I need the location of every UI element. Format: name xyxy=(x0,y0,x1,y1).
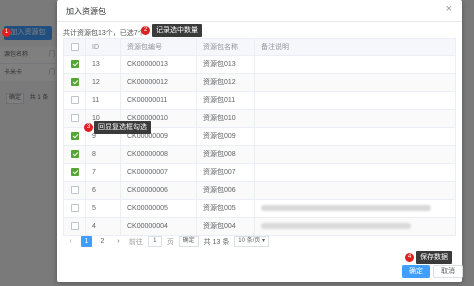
chevron-right-icon[interactable]: › xyxy=(113,236,124,247)
redacted-description xyxy=(261,205,431,211)
row-code: CK00000006 xyxy=(121,182,197,199)
row-id: 7 xyxy=(86,164,121,181)
row-id: 5 xyxy=(86,200,121,217)
row-checkbox[interactable] xyxy=(71,222,79,230)
page-button-1[interactable]: 1 xyxy=(80,236,92,247)
annotation-marker-2: 2 xyxy=(141,26,150,35)
row-name: 资源包010 xyxy=(197,110,255,127)
annotation-tag-3: 回显复选框勾选 xyxy=(94,121,151,134)
row-description xyxy=(255,56,457,73)
row-description xyxy=(255,110,457,127)
dialog-title: 加入资源包 xyxy=(66,7,106,16)
row-code: CK00000012 xyxy=(121,74,197,91)
pagination: ‹ 1 2 › 前往 1 页 确定 共 13 条 10 条/页 ▾ xyxy=(65,236,272,248)
row-description xyxy=(255,146,457,163)
row-select-cell[interactable] xyxy=(64,182,86,199)
row-name: 资源包013 xyxy=(197,56,255,73)
page-button-2[interactable]: 2 xyxy=(97,236,108,247)
row-select-cell[interactable] xyxy=(64,56,86,73)
row-description xyxy=(255,92,457,109)
table-row[interactable]: 8 CK00000008 资源包008 xyxy=(64,146,455,164)
row-select-cell[interactable] xyxy=(64,164,86,181)
row-id: 13 xyxy=(86,56,121,73)
row-checkbox[interactable] xyxy=(71,168,79,176)
page-unit: 页 xyxy=(166,238,174,246)
row-checkbox[interactable] xyxy=(71,114,79,122)
redacted-description xyxy=(261,223,411,229)
annotation-marker-3: 3 xyxy=(84,123,93,132)
annotation-tag-2: 记录选中数量 xyxy=(152,24,202,37)
row-name: 资源包006 xyxy=(197,182,255,199)
add-resource-dialog: 加入资源包 × 共计资源包13个，已选7个 ID 资源包编号 资源包名称 备注说… xyxy=(57,0,463,282)
row-select-cell[interactable] xyxy=(64,200,86,217)
row-name: 资源包008 xyxy=(197,146,255,163)
row-checkbox[interactable] xyxy=(71,186,79,194)
row-select-cell[interactable] xyxy=(64,128,86,145)
table-row[interactable]: 4 CK00000004 资源包004 xyxy=(64,218,455,236)
annotation-marker-1: 1 xyxy=(2,28,11,37)
row-code: CK00000007 xyxy=(121,164,197,181)
annotation-tag-4: 保存数据 xyxy=(416,251,452,264)
table-row[interactable]: 13 CK00000013 资源包013 xyxy=(64,56,455,74)
row-id: 4 xyxy=(86,218,121,235)
row-description xyxy=(255,128,457,145)
goto-page-input[interactable]: 1 xyxy=(147,236,162,247)
row-select-cell[interactable] xyxy=(64,110,86,127)
row-description xyxy=(255,200,457,217)
column-header-name: 资源包名称 xyxy=(197,39,255,56)
row-select-cell[interactable] xyxy=(64,146,86,163)
total-count: 共 13 条 xyxy=(203,238,230,246)
goto-confirm-button[interactable]: 确定 xyxy=(178,236,199,247)
row-name: 资源包012 xyxy=(197,74,255,91)
row-select-cell[interactable] xyxy=(64,92,86,109)
table-row[interactable]: 11 CK00000011 资源包011 xyxy=(64,92,455,110)
row-id: 6 xyxy=(86,182,121,199)
row-description xyxy=(255,218,457,235)
row-code: CK00000013 xyxy=(121,56,197,73)
annotation-marker-4: 4 xyxy=(405,253,414,262)
page-size-select[interactable]: 10 条/页 ▾ xyxy=(234,236,269,247)
row-description xyxy=(255,164,457,181)
row-select-cell[interactable] xyxy=(64,74,86,91)
row-name: 资源包004 xyxy=(197,218,255,235)
row-checkbox[interactable] xyxy=(71,150,79,158)
confirm-button[interactable]: 确定 xyxy=(402,265,430,278)
row-checkbox[interactable] xyxy=(71,204,79,212)
row-checkbox[interactable] xyxy=(71,78,79,86)
table-header-row: ID 资源包编号 资源包名称 备注说明 xyxy=(64,38,455,56)
row-checkbox[interactable] xyxy=(71,96,79,104)
row-id: 12 xyxy=(86,74,121,91)
table-row[interactable]: 12 CK00000012 资源包012 xyxy=(64,74,455,92)
column-header-id: ID xyxy=(86,39,121,56)
chevron-left-icon[interactable]: ‹ xyxy=(65,236,76,247)
goto-label: 前往 xyxy=(128,238,143,246)
row-code: CK00000011 xyxy=(121,92,197,109)
row-checkbox[interactable] xyxy=(71,60,79,68)
table-row[interactable]: 7 CK00000007 资源包007 xyxy=(64,164,455,182)
row-select-cell[interactable] xyxy=(64,218,86,235)
selection-summary: 共计资源包13个，已选7个 xyxy=(63,30,145,37)
row-description xyxy=(255,74,457,91)
row-id: 11 xyxy=(86,92,121,109)
row-name: 资源包011 xyxy=(197,92,255,109)
header-select-all[interactable] xyxy=(64,39,86,56)
dialog-header: 加入资源包 × xyxy=(57,0,462,22)
row-code: CK00000008 xyxy=(121,146,197,163)
row-code: CK00000004 xyxy=(121,218,197,235)
row-checkbox[interactable] xyxy=(71,132,79,140)
select-all-checkbox[interactable] xyxy=(71,43,79,51)
resource-table: ID 资源包编号 资源包名称 备注说明 13 CK00000013 资源包013 12… xyxy=(63,38,456,236)
row-code: CK00000005 xyxy=(121,200,197,217)
close-icon[interactable]: × xyxy=(446,4,452,15)
column-header-desc: 备注说明 xyxy=(261,44,289,51)
row-id: 8 xyxy=(86,146,121,163)
row-name: 资源包009 xyxy=(197,128,255,145)
table-row[interactable]: 5 CK00000005 资源包005 xyxy=(64,200,455,218)
column-header-code: 资源包编号 xyxy=(121,39,197,56)
row-description xyxy=(255,182,457,199)
row-name: 资源包005 xyxy=(197,200,255,217)
row-name: 资源包007 xyxy=(197,164,255,181)
cancel-button[interactable]: 取消 xyxy=(433,265,463,278)
table-row[interactable]: 6 CK00000006 资源包006 xyxy=(64,182,455,200)
